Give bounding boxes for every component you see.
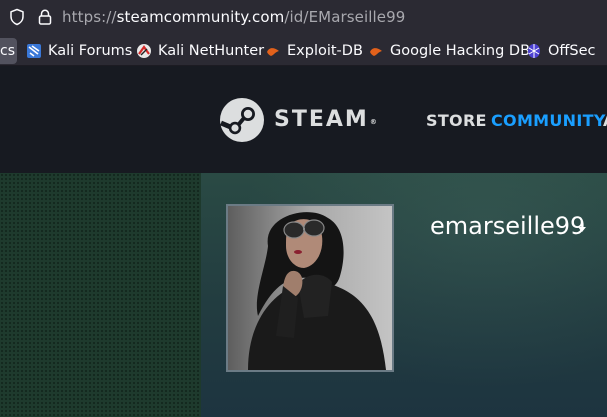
offsec-icon bbox=[528, 44, 540, 58]
profile-background-pattern bbox=[0, 173, 201, 417]
nav-next-cut[interactable]: A bbox=[603, 111, 607, 131]
steam-header: STEAM® STORE COMMUNITY A bbox=[0, 66, 607, 173]
bookmark-kali-forums[interactable]: Kali Forums bbox=[26, 38, 132, 64]
google-hacking-db-icon bbox=[370, 48, 382, 56]
bookmark-label: Kali NetHunter bbox=[158, 43, 265, 59]
avatar-image bbox=[228, 206, 392, 370]
kali-nethunter-icon bbox=[137, 44, 151, 58]
profile-username[interactable]: emarseille99 bbox=[430, 211, 585, 241]
bookmark-truncated[interactable]: cs bbox=[0, 38, 17, 64]
nav-store[interactable]: STORE bbox=[426, 111, 487, 131]
steam-wordmark[interactable]: STEAM® bbox=[274, 106, 377, 134]
url-path: /id/EMarseille99 bbox=[284, 8, 406, 26]
url-protocol: https:// bbox=[62, 8, 117, 26]
bookmark-label: Google Hacking DB bbox=[390, 43, 531, 59]
chevron-down-icon[interactable] bbox=[578, 227, 586, 232]
bookmark-offsec[interactable]: OffSec bbox=[526, 38, 596, 64]
kali-forums-icon bbox=[27, 44, 41, 58]
nav-community[interactable]: COMMUNITY bbox=[491, 111, 606, 131]
steam-brand: STEAM bbox=[274, 107, 369, 132]
url-host: steamcommunity.com bbox=[116, 8, 285, 26]
lock-icon[interactable] bbox=[36, 8, 54, 26]
exploit-db-icon bbox=[267, 48, 279, 56]
bookmark-label: Kali Forums bbox=[48, 43, 133, 59]
bookmarks-toolbar: cs Kali Forums Kali NetHunter Exploit-DB… bbox=[0, 34, 607, 66]
bookmark-exploit-db[interactable]: Exploit-DB bbox=[265, 38, 363, 64]
trademark: ® bbox=[369, 118, 377, 126]
bookmark-google-hacking-db[interactable]: Google Hacking DB bbox=[368, 38, 530, 64]
steam-logo-icon[interactable] bbox=[219, 97, 265, 143]
shield-icon[interactable] bbox=[8, 8, 26, 26]
profile-avatar[interactable] bbox=[226, 204, 394, 372]
address-text[interactable]: https://steamcommunity.com/id/EMarseille… bbox=[62, 7, 405, 27]
url-bar[interactable]: https://steamcommunity.com/id/EMarseille… bbox=[0, 0, 607, 34]
bookmark-label: OffSec bbox=[548, 43, 596, 59]
bookmark-kali-nethunter[interactable]: Kali NetHunter bbox=[136, 38, 264, 64]
bookmark-label: Exploit-DB bbox=[287, 43, 363, 59]
